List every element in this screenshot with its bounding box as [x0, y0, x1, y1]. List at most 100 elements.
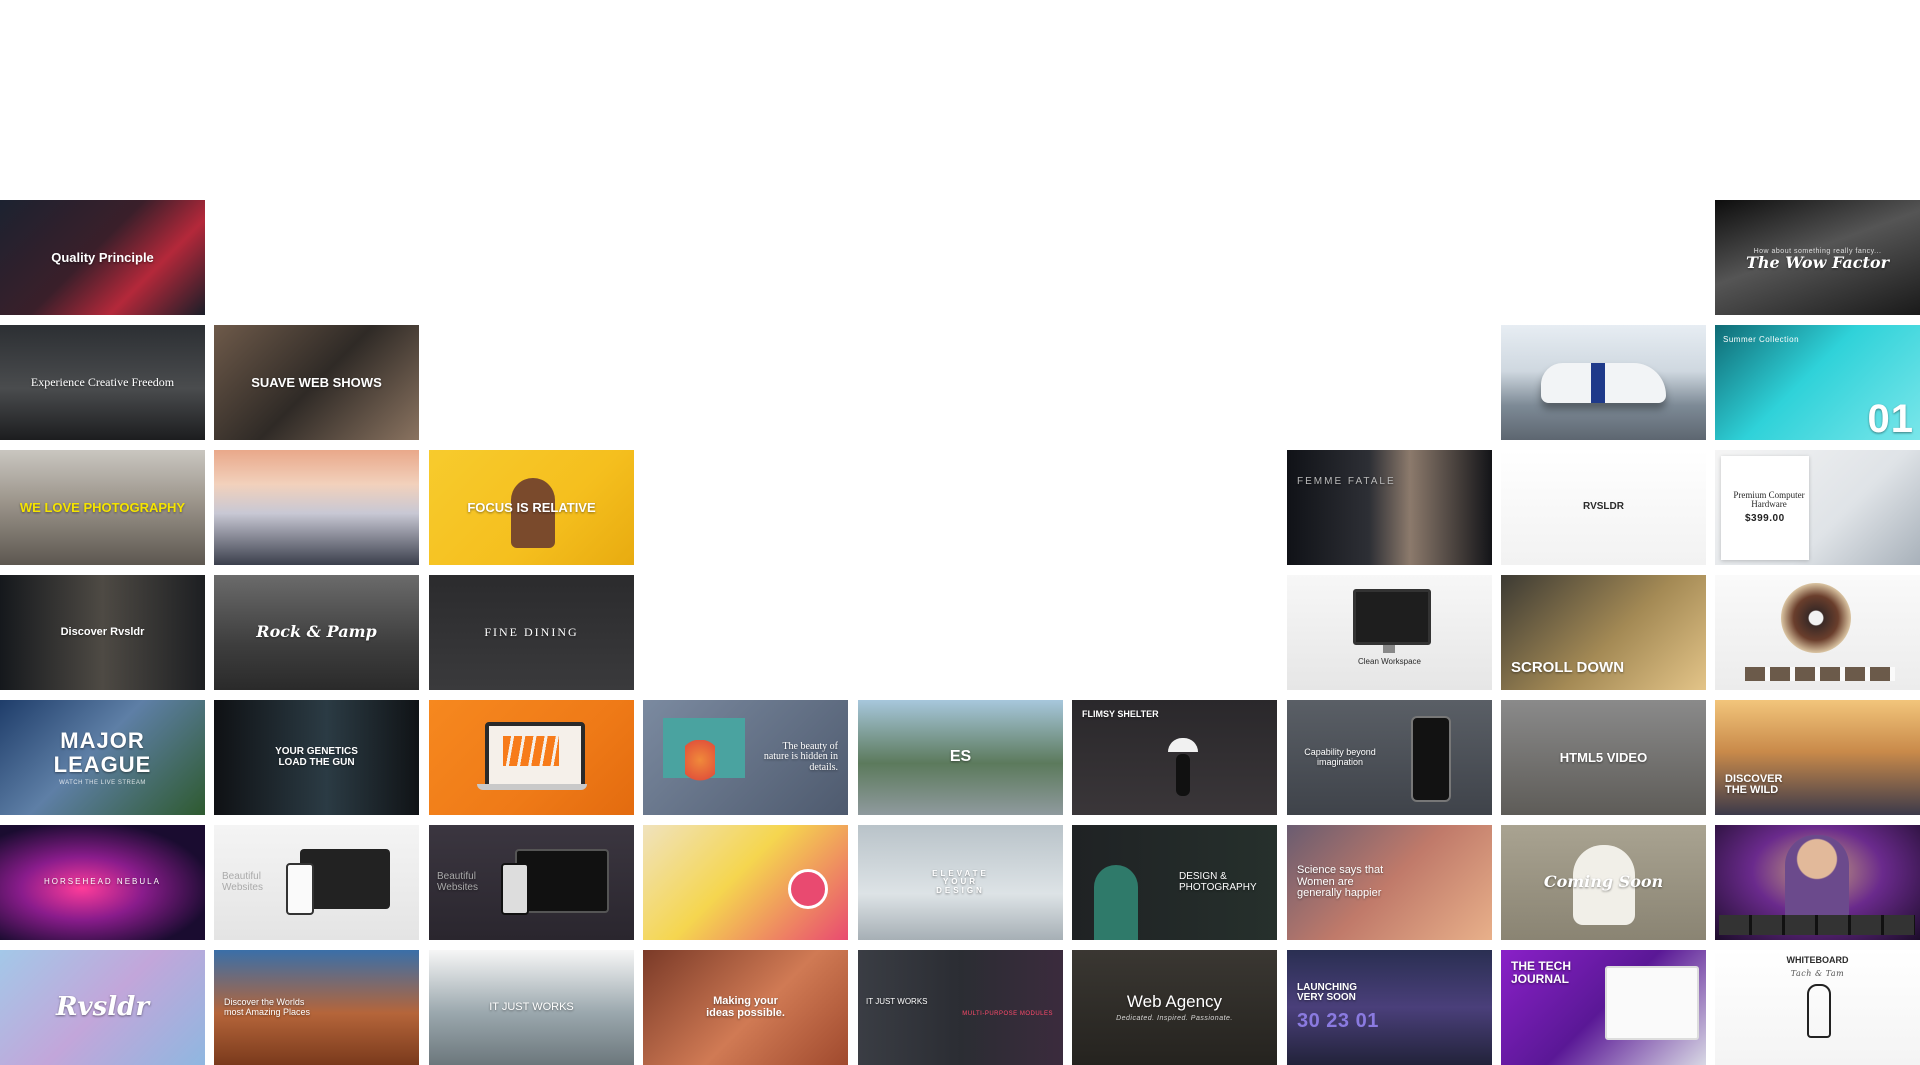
slider-thumbnail[interactable]: IT JUST WORKS MULTI-PURPOSE MODULES [858, 950, 1063, 1065]
monitor-stand [1383, 645, 1395, 653]
thumbnail-title: SUAVE WEB SHOWS [243, 376, 390, 390]
slider-thumbnail[interactable] [643, 825, 848, 940]
slider-thumbnail[interactable] [429, 700, 634, 815]
slider-thumbnail[interactable]: DISCOVER THE WILD [1715, 700, 1920, 815]
thumbnail-title: SCROLL DOWN [1501, 660, 1632, 690]
slider-thumbnail[interactable]: FINE DINING [429, 575, 634, 690]
slider-thumbnail[interactable]: Discover Rvsldr [0, 575, 205, 690]
phone-shape [501, 863, 529, 915]
thumbnail-strip [1745, 667, 1895, 681]
slider-thumbnail[interactable] [1501, 325, 1706, 440]
thumbnail-title: The beauty of nature is hidden in detail… [750, 742, 848, 774]
thumbnail-title: Coming Soon [1536, 874, 1671, 891]
slider-thumbnail[interactable]: Web Agency Dedicated. Inspired. Passiona… [1072, 950, 1277, 1065]
slider-thumbnail[interactable]: LAUNCHING VERY SOON 30 23 01 [1287, 950, 1492, 1065]
thumbnail-subtitle: Dedicated. Inspired. Passionate. [1116, 1015, 1233, 1022]
thumbnail-title: HORSEHEAD NEBULA [36, 878, 169, 886]
slider-thumbnail[interactable]: Premium Computer Hardware $399.00 [1715, 450, 1920, 565]
slider-thumbnail[interactable]: Experience Creative Freedom [0, 325, 205, 440]
slider-thumbnail[interactable]: The beauty of nature is hidden in detail… [643, 700, 848, 815]
slider-thumbnail[interactable]: SCROLL DOWN [1501, 575, 1706, 690]
thumbnail-title: WHITEBOARD [1779, 956, 1857, 965]
slider-thumbnail[interactable]: SUAVE WEB SHOWS [214, 325, 419, 440]
car-stripe [1591, 363, 1605, 403]
slider-thumbnail[interactable]: Quality Principle [0, 200, 205, 315]
price-label: $399.00 [1745, 513, 1785, 524]
countdown-value: 30 23 01 [1287, 1010, 1379, 1033]
slider-thumbnail[interactable]: Discover the Worlds most Amazing Places [214, 950, 419, 1065]
slider-thumbnail[interactable]: ES [858, 700, 1063, 815]
slider-thumbnail[interactable]: Science says that Women are generally ha… [1287, 825, 1492, 940]
slider-thumbnail[interactable]: Making your ideas possible. [643, 950, 848, 1065]
figure-shape [1176, 754, 1190, 796]
logo-circle [788, 869, 828, 909]
thumbnail-subtitle: Tach & Tam [1791, 969, 1844, 978]
thumbnail-title: Discover the Worlds most Amazing Places [214, 998, 332, 1017]
product-image [663, 718, 745, 778]
thumbnail-title: Rvsldr [48, 994, 157, 1021]
monitor-shape [1353, 589, 1431, 645]
slider-thumbnail[interactable]: THE TECH JOURNAL [1501, 950, 1706, 1065]
laptop-base [477, 784, 587, 790]
slider-thumbnail[interactable]: Capability beyond imagination [1287, 700, 1492, 815]
slider-thumbnail[interactable]: RVSLDR [1501, 450, 1706, 565]
thumbnail-title: DESIGN & PHOTOGRAPHY [1171, 872, 1277, 893]
thumbnail-title: WE LOVE PHOTOGRAPHY [12, 501, 193, 515]
slider-thumbnail[interactable]: IT JUST WORKS [429, 950, 634, 1065]
thumbnail-title: THE TECH JOURNAL [1501, 960, 1579, 985]
slider-thumbnail[interactable]: YOUR GENETICS LOAD THE GUN [214, 700, 419, 815]
thumbnail-title: ELEVATE YOUR DESIGN [918, 870, 1004, 895]
slider-thumbnail[interactable]: Rock & Pamp [214, 575, 419, 690]
slider-thumbnail[interactable]: Summer Collection 01 [1715, 325, 1920, 440]
slider-thumbnail[interactable]: Clean Workspace [1287, 575, 1492, 690]
slider-thumbnail[interactable]: DESIGN & PHOTOGRAPHY [1072, 825, 1277, 940]
slider-thumbnail[interactable] [1715, 825, 1920, 940]
flower-shape [685, 740, 715, 790]
sketch-figure [1807, 984, 1831, 1038]
thumbnail-title: Science says that Women are generally ha… [1287, 865, 1405, 900]
slider-thumbnail[interactable]: Beautiful Websites [214, 825, 419, 940]
slider-thumbnail[interactable]: MAJOR LEAGUE WATCH THE LIVE STREAM [0, 700, 205, 815]
device-shape [515, 849, 609, 913]
playlist-strip [1719, 915, 1915, 935]
thumbnail-title: Making your ideas possible. [698, 996, 794, 1019]
thumbnail-title: YOUR GENETICS LOAD THE GUN [261, 747, 372, 768]
thumbnail-title: The Wow Factor [1738, 255, 1897, 272]
donut-shape [1781, 583, 1851, 653]
umbrella-shape [1168, 738, 1198, 752]
laptop-shape [485, 722, 585, 788]
slider-thumbnail[interactable]: Beautiful Websites [429, 825, 634, 940]
thumbnail-title: MAJOR LEAGUE [20, 729, 186, 775]
slider-thumbnail[interactable] [1715, 575, 1920, 690]
thumbnail-title: Premium Computer Hardware [1721, 491, 1817, 510]
device-shape [300, 849, 390, 909]
slider-thumbnail[interactable]: WE LOVE PHOTOGRAPHY [0, 450, 205, 565]
slider-thumbnail[interactable] [214, 450, 419, 565]
slider-thumbnail[interactable]: FOCUS IS RELATIVE [429, 450, 634, 565]
phone-shape [286, 863, 314, 915]
player-shape [1785, 835, 1849, 915]
slider-thumbnail[interactable]: FLIMSY SHELTER [1072, 700, 1277, 815]
thumbnail-title: Capability beyond imagination [1287, 748, 1393, 767]
thumbnail-title: Beautiful Websites [429, 872, 505, 893]
thumbnail-title: Rock & Pamp [248, 624, 384, 641]
slider-thumbnail[interactable]: HORSEHEAD NEBULA [0, 825, 205, 940]
slider-thumbnail[interactable]: Rvsldr [0, 950, 205, 1065]
thumbnail-title: Clean Workspace [1350, 658, 1429, 666]
slider-thumbnail[interactable]: FEMME FATALE [1287, 450, 1492, 565]
thumbnail-title: Experience Creative Freedom [23, 376, 182, 389]
tablet-shape [1605, 966, 1699, 1040]
slider-thumbnail[interactable]: HTML5 VIDEO [1501, 700, 1706, 815]
photographer-shape [1094, 865, 1138, 940]
thumbnail-title: DISCOVER THE WILD [1715, 774, 1803, 815]
thumbnail-title: ES [942, 749, 979, 766]
slider-thumbnail[interactable]: WHITEBOARD Tach & Tam [1715, 950, 1920, 1065]
slider-thumbnail[interactable]: Coming Soon [1501, 825, 1706, 940]
slider-thumbnail[interactable]: ELEVATE YOUR DESIGN [858, 825, 1063, 940]
thumbnail-title: FLIMSY SHELTER [1072, 710, 1167, 719]
thumbnail-subtitle: WATCH THE LIVE STREAM [59, 780, 146, 786]
car-shape [1541, 363, 1666, 403]
thumbnail-title: HTML5 VIDEO [1552, 751, 1655, 765]
screen-graphic [503, 736, 559, 766]
slider-thumbnail[interactable]: How about something really fancy... The … [1715, 200, 1920, 315]
